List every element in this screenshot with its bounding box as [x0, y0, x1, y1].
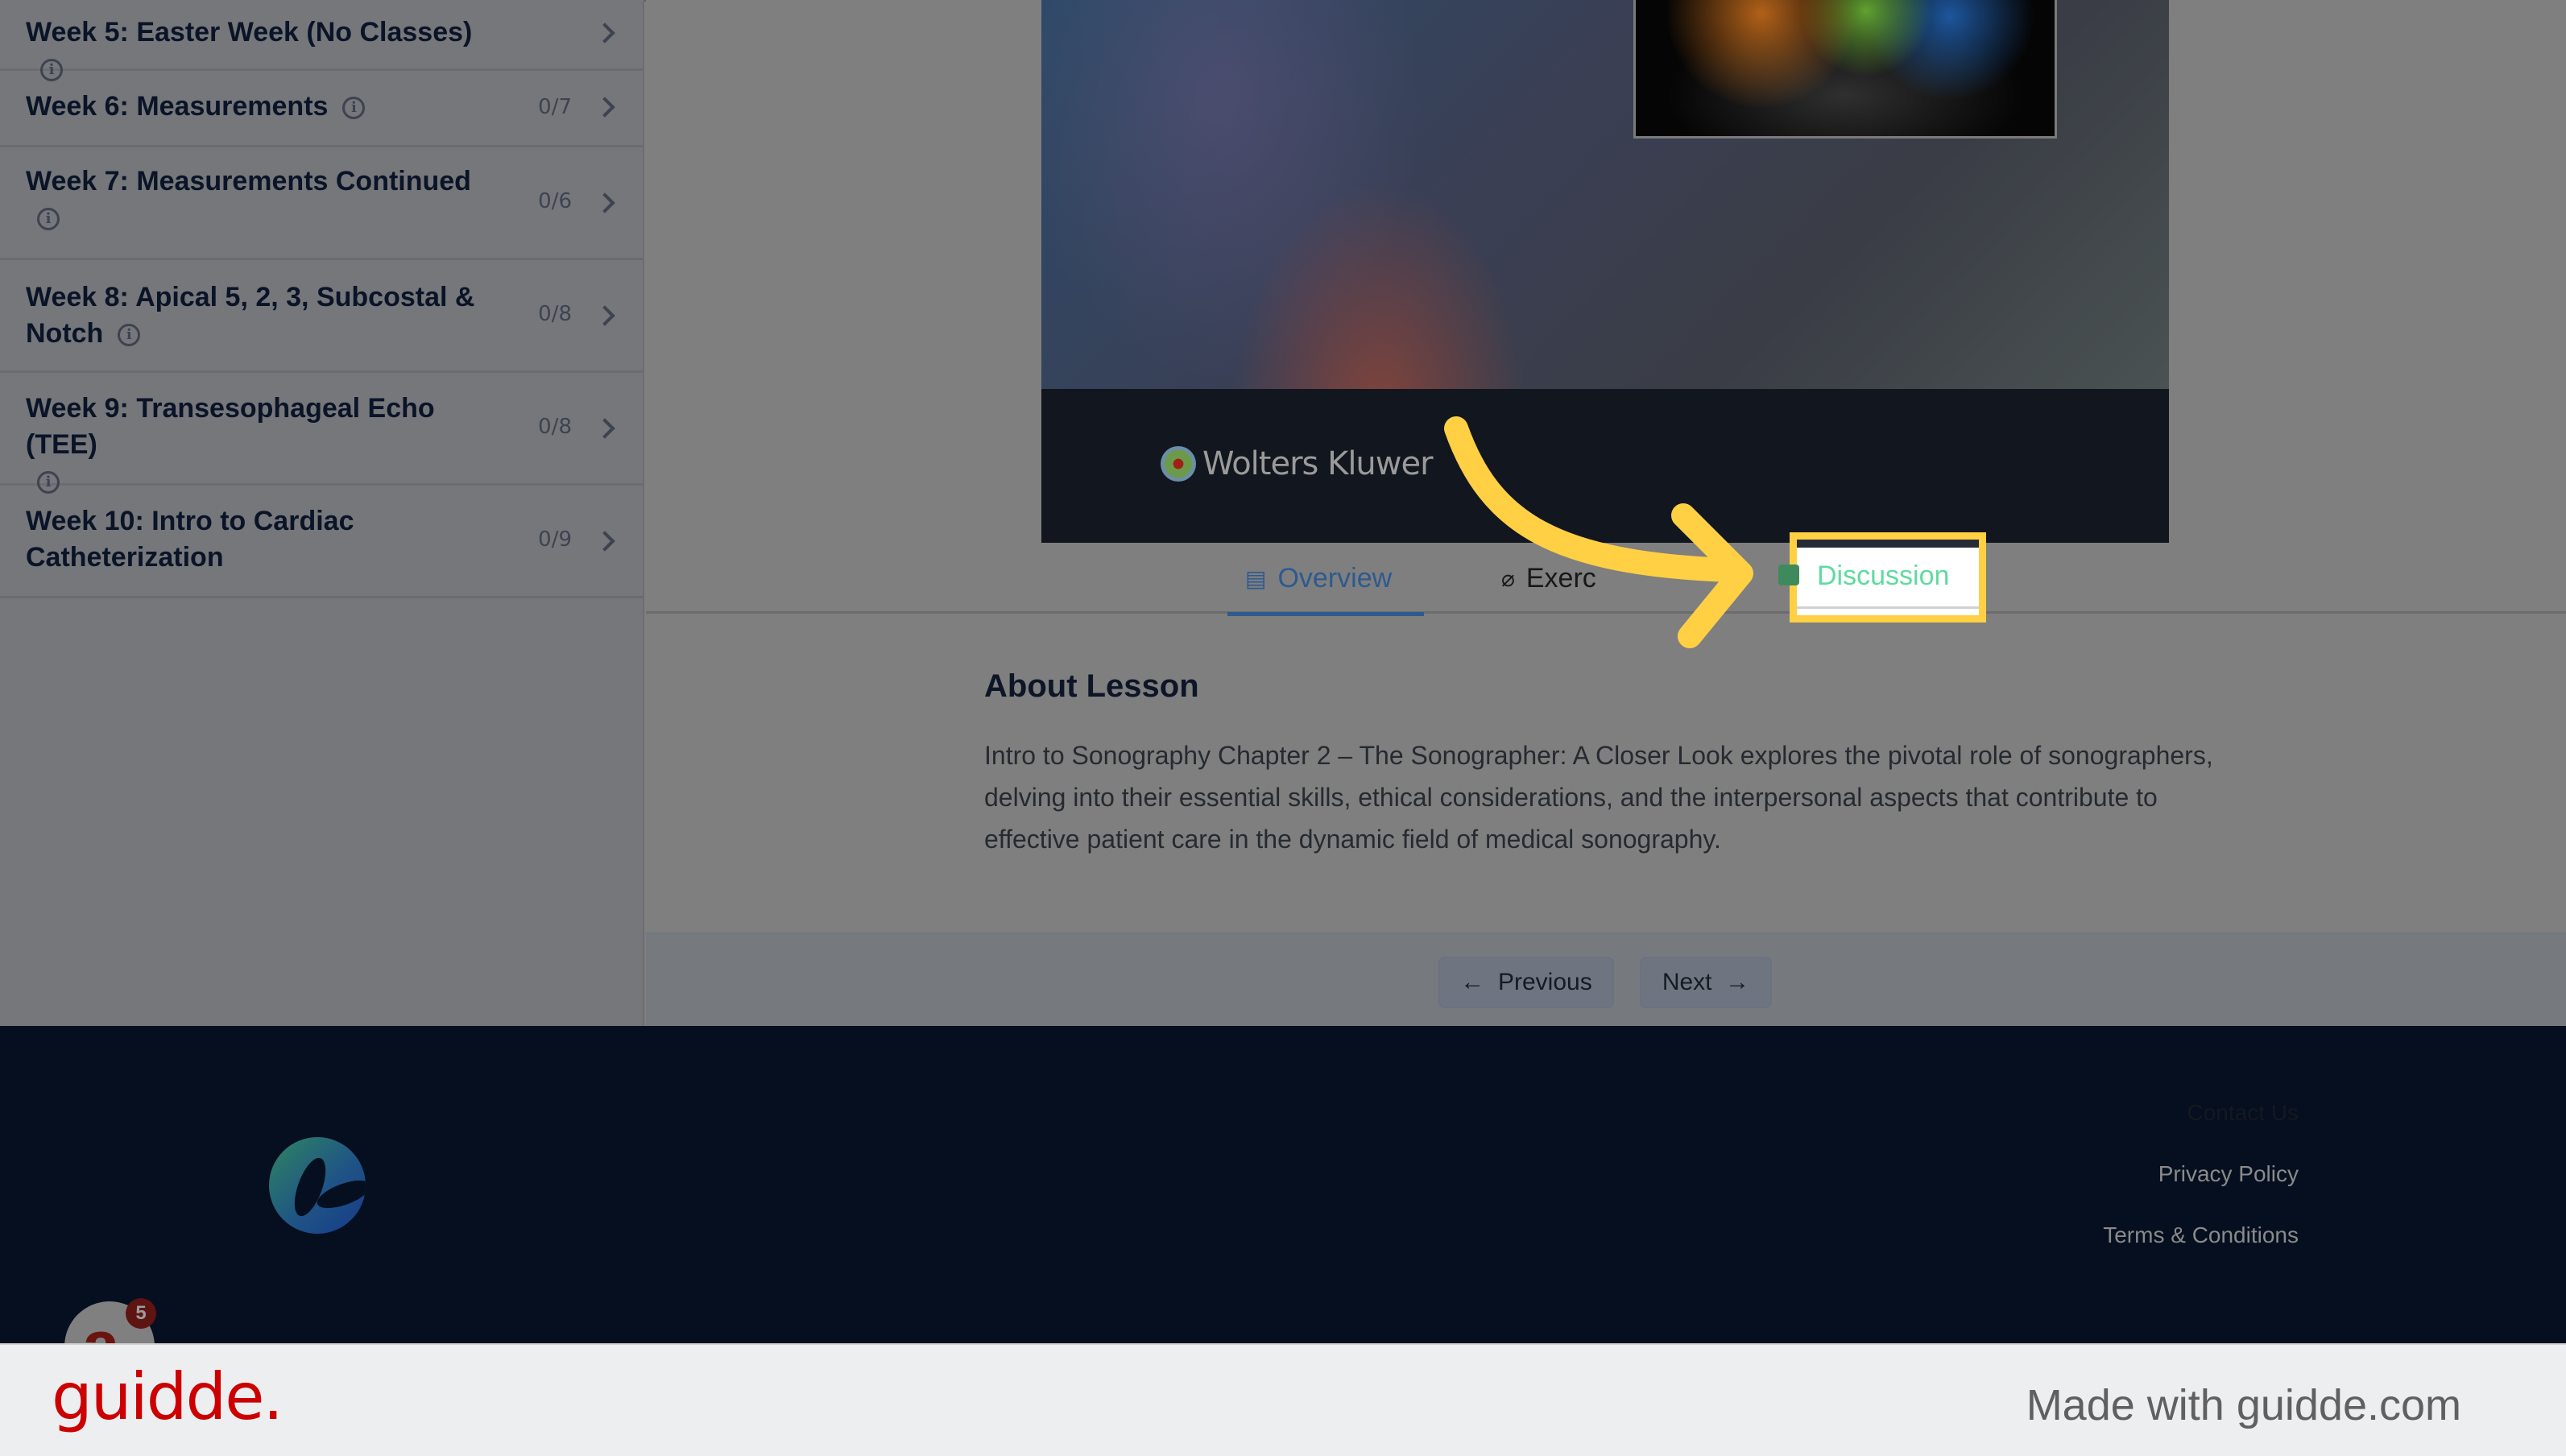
about-text: Intro to Sonography Chapter 2 – The Sono… [984, 741, 2213, 854]
topic-title: Week 10: Intro to Cardiac Catheterizatio… [26, 506, 354, 573]
lesson-tabs: ▤ Overview ⌀ Exerc [646, 543, 2566, 616]
course-sidebar: Week 5: Easter Week (No Classes)i Week 6… [0, 0, 644, 1026]
previous-button[interactable]: ← Previous [1438, 957, 1614, 1008]
wolters-kluwer-logo: Wolters Kluwer [1161, 445, 1434, 482]
paperclip-icon: ⌀ [1501, 565, 1515, 591]
topic-title: Week 7: Measurements Continued [26, 166, 471, 196]
guidde-banner: guidde. Made with guidde.com [0, 1343, 2566, 1456]
ultrasound-image [1633, 0, 2057, 139]
topic-week-8[interactable]: Week 8: Apical 5, 2, 3, Subcostal & Notc… [0, 260, 644, 373]
chevron-right-icon [594, 97, 615, 118]
page: Week 5: Easter Week (No Classes)i Week 6… [0, 0, 2566, 1456]
video-player[interactable]: Wolters Kluwer [1041, 0, 2169, 543]
topic-week-9[interactable]: Week 9: Transesophageal Echo (TEE) i 0/8 [0, 373, 644, 494]
topic-count: 0/8 [538, 415, 572, 439]
tab-overview[interactable]: ▤ Overview [1227, 554, 1425, 616]
topic-title: Week 5: Easter Week (No Classes) [26, 17, 473, 48]
lesson-nav-bar: ← Previous Next → [646, 933, 2566, 1026]
topic-count: 0/6 [538, 189, 572, 213]
made-with-guidde: Made with guidde.com [2026, 1381, 2461, 1429]
next-button[interactable]: Next → [1640, 957, 1772, 1008]
chevron-right-icon [594, 305, 615, 326]
topic-title: Week 8: Apical 5, 2, 3, Subcostal & Notc… [26, 282, 475, 349]
chevron-right-icon [594, 531, 615, 552]
topic-week-6[interactable]: Week 6: Measurements i 0/7 [0, 71, 644, 147]
lesson-main: Wolters Kluwer ▤ Overview ⌀ Exerc [646, 0, 2566, 1026]
contact-us-link[interactable]: Contact Us [2187, 1100, 2299, 1126]
arrow-left-icon: ← [1460, 969, 1485, 995]
topic-week-5[interactable]: Week 5: Easter Week (No Classes)i [0, 0, 644, 82]
info-icon[interactable]: i [37, 208, 60, 231]
chat-icon [1778, 565, 1799, 585]
site-logo[interactable] [269, 1137, 366, 1234]
topic-count: 0/8 [538, 302, 572, 326]
topic-title: Week 6: Measurements [26, 91, 329, 122]
tab-exercise-files[interactable]: ⌀ Exerc [1501, 554, 1596, 602]
guidde-logo: guidde. [52, 1359, 284, 1434]
chevron-right-icon [594, 192, 615, 213]
terms-conditions-link[interactable]: Terms & Conditions [2103, 1222, 2299, 1248]
document-icon: ▤ [1245, 565, 1267, 591]
info-icon[interactable]: i [342, 97, 366, 120]
info-icon[interactable]: i [118, 324, 141, 347]
chevron-right-icon [594, 418, 615, 439]
topic-count: 0/7 [538, 95, 572, 119]
privacy-policy-link[interactable]: Privacy Policy [2158, 1161, 2299, 1187]
chevron-right-icon [594, 23, 615, 43]
topic-week-7[interactable]: Week 7: Measurements Continued i 0/6 [0, 147, 644, 260]
about-title: About Lesson [984, 668, 1199, 704]
topic-title: Week 9: Transesophageal Echo (TEE) [26, 393, 435, 460]
topic-week-10[interactable]: Week 10: Intro to Cardiac Catheterizatio… [0, 486, 644, 598]
arrow-right-icon: → [1725, 969, 1750, 995]
topic-count: 0/9 [538, 527, 572, 552]
tab-discussion[interactable]: Discussion [1817, 560, 1949, 592]
active-tab-indicator [1227, 612, 1425, 616]
site-footer: Contact Us Privacy Policy Terms & Condit… [0, 1026, 2566, 1343]
wolters-kluwer-mark-icon [1161, 446, 1196, 482]
notification-badge: 5 [126, 1298, 156, 1329]
